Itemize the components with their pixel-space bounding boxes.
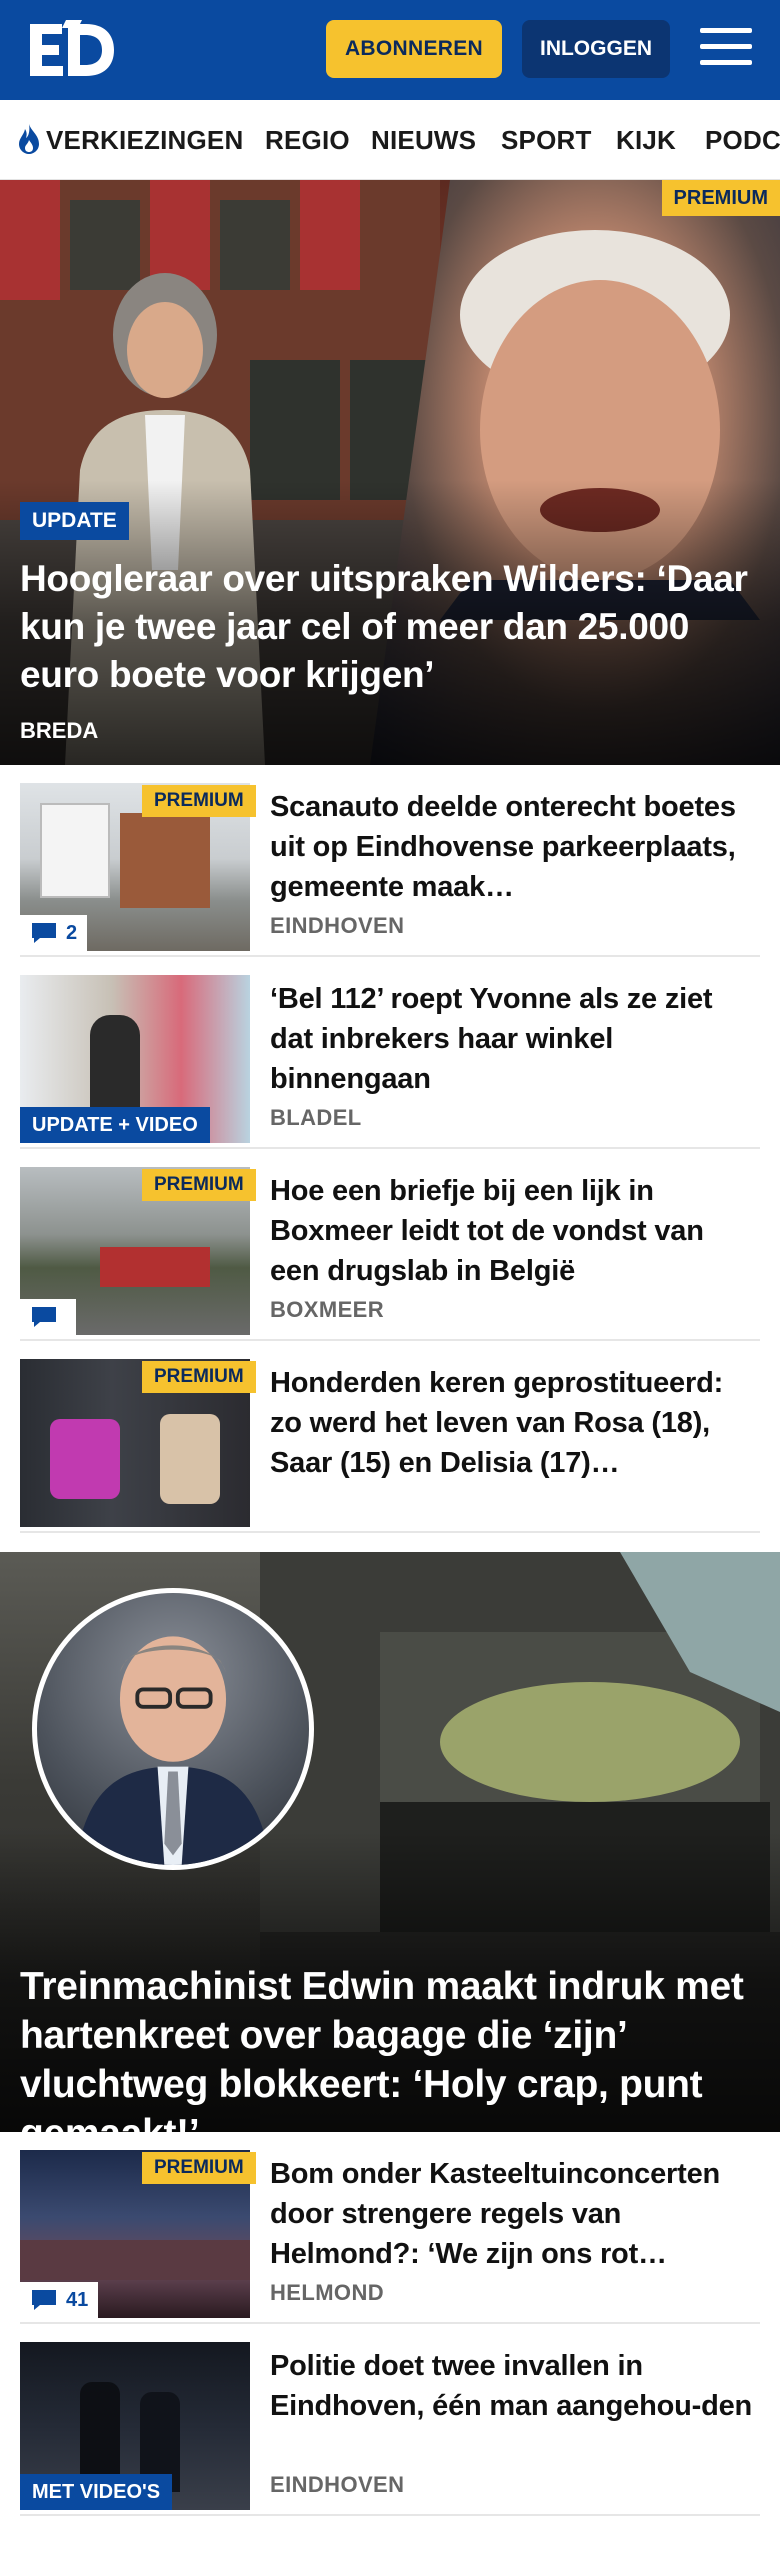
nav-item-sport[interactable]: SPORT — [501, 100, 592, 179]
hamburger-menu-icon[interactable] — [700, 28, 752, 70]
feature-headline[interactable]: Treinmachinist Edwin maakt indruk met ha… — [20, 1962, 770, 2132]
train-driver-portrait — [32, 1588, 314, 1870]
article-title[interactable]: Honderden keren geprostitueerd: zo werd … — [270, 1363, 760, 1483]
article-location: EINDHOVEN — [270, 2472, 405, 2497]
article-location: EINDHOVEN — [270, 913, 405, 938]
comment-icon — [32, 2290, 56, 2310]
section-nav: VERKIEZINGEN REGIO NIEUWS SPORT KIJK POD… — [0, 100, 780, 180]
nav-item-kijk[interactable]: KIJK — [616, 100, 676, 179]
subscribe-button[interactable]: ABONNEREN — [326, 20, 502, 78]
article-thumbnail: UPDATE + VIDEO — [20, 975, 250, 1143]
article-title[interactable]: ‘Bel 112’ roept Yvonne als ze ziet dat i… — [270, 979, 760, 1099]
premium-badge: PREMIUM — [661, 180, 780, 216]
flame-icon — [19, 124, 39, 154]
article-row[interactable]: PREMIUM Honderden keren geprostitueerd: … — [20, 1341, 760, 1533]
comment-count[interactable] — [20, 1299, 76, 1335]
ed-logo-mark — [30, 20, 114, 76]
article-thumbnail: MET VIDEO'S — [20, 2342, 250, 2510]
comment-icon — [32, 923, 56, 943]
hero-article[interactable]: PREMIUM UPDATE Hoogleraar over uitsprake… — [0, 180, 780, 765]
article-title[interactable]: Bom onder Kasteeltuinconcerten door stre… — [270, 2154, 760, 2274]
article-location: HELMOND — [270, 2280, 385, 2305]
comment-count[interactable]: 41 — [20, 2282, 99, 2318]
comment-count[interactable]: 2 — [20, 915, 88, 951]
video-label: MET VIDEO'S — [20, 2474, 173, 2510]
hero-headline[interactable]: Hoogleraar over uitspraken Wilders: ‘Daa… — [20, 555, 760, 699]
hero-location: BREDA — [20, 718, 99, 743]
article-row[interactable]: 2 PREMIUM Scanauto deelde onterecht boet… — [20, 765, 760, 957]
top-header: ABONNEREN INLOGGEN — [0, 0, 780, 100]
login-button[interactable]: INLOGGEN — [522, 20, 670, 78]
article-row[interactable]: 41 PREMIUM Bom onder Kasteeltuinconcerte… — [20, 2132, 760, 2324]
premium-badge: PREMIUM — [142, 785, 256, 817]
update-video-label: UPDATE + VIDEO — [20, 1107, 210, 1143]
nav-item-regio[interactable]: REGIO — [265, 100, 350, 179]
article-location: BLADEL — [270, 1105, 362, 1130]
feature-article[interactable]: Treinmachinist Edwin maakt indruk met ha… — [0, 1552, 780, 2132]
premium-badge: PREMIUM — [142, 1169, 256, 1201]
nav-item-podcast[interactable]: PODC — [705, 100, 780, 179]
article-title[interactable]: Scanauto deelde onterecht boetes uit op … — [270, 787, 760, 907]
article-title[interactable]: Politie doet twee invallen in Eindhoven,… — [270, 2346, 760, 2426]
article-row[interactable]: MET VIDEO'S Politie doet twee invallen i… — [20, 2324, 760, 2516]
ed-logo[interactable] — [26, 18, 118, 82]
portrait-graphic — [75, 1636, 271, 1865]
premium-badge: PREMIUM — [142, 1361, 256, 1393]
article-location: BOXMEER — [270, 1297, 385, 1322]
update-badge: UPDATE — [20, 502, 129, 540]
nav-item-nieuws[interactable]: NIEUWS — [371, 100, 476, 179]
comment-icon — [32, 1307, 56, 1327]
article-title[interactable]: Hoe een briefje bij een lijk in Boxmeer … — [270, 1171, 760, 1291]
article-row[interactable]: UPDATE + VIDEO ‘Bel 112’ roept Yvonne al… — [20, 957, 760, 1149]
premium-badge: PREMIUM — [142, 2152, 256, 2184]
article-row[interactable]: PREMIUM Hoe een briefje bij een lijk in … — [20, 1149, 760, 1341]
nav-label: VERKIEZINGEN — [46, 125, 244, 155]
nav-item-verkiezingen[interactable]: VERKIEZINGEN — [16, 100, 244, 179]
